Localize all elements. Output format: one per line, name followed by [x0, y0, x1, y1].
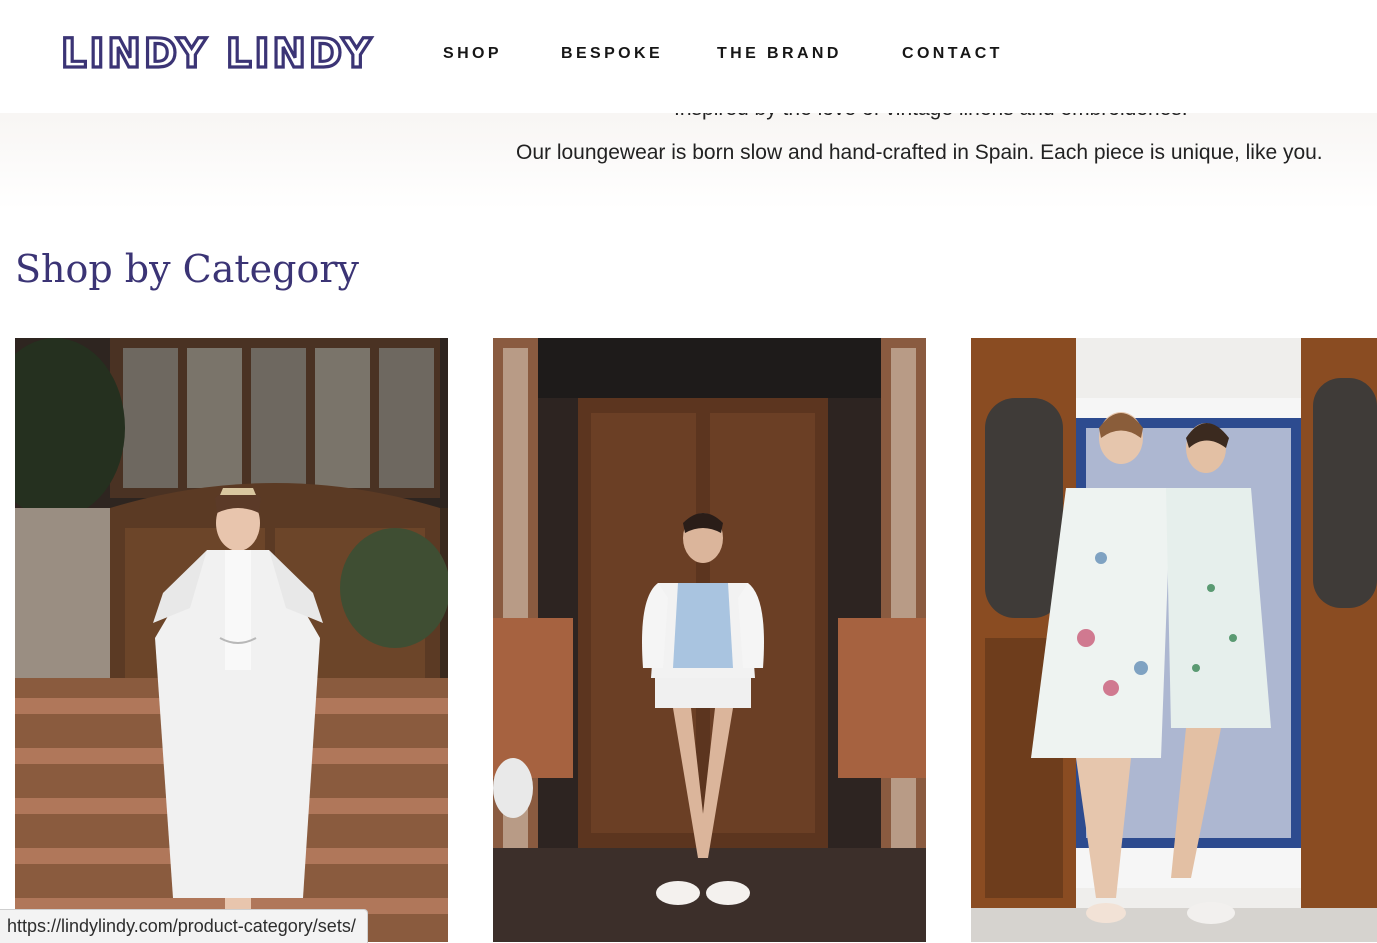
woman-white-embroidered-robe-photo: [15, 338, 448, 942]
nav-item-bespoke[interactable]: BESPOKE: [561, 44, 663, 64]
nav-item-contact[interactable]: CONTACT: [902, 44, 1003, 64]
two-women-floral-robes-photo: [971, 338, 1377, 942]
browser-status-url: https://lindylindy.com/product-category/…: [0, 909, 368, 943]
brand-logo[interactable]: LINDY LINDY: [59, 29, 374, 78]
nav-item-shop[interactable]: SHOP: [443, 44, 502, 64]
section-title: Shop by Category: [15, 247, 359, 291]
category-card-1[interactable]: [15, 338, 448, 942]
category-card-2[interactable]: [493, 338, 926, 942]
intro-text-line-2: Our loungewear is born slow and hand-cra…: [516, 141, 1323, 164]
category-card-3[interactable]: [971, 338, 1377, 942]
nav-item-the-brand[interactable]: THE BRAND: [717, 44, 842, 64]
woman-blue-white-blouse-photo: [493, 338, 926, 942]
site-header: LINDY LINDY SHOP BESPOKE THE BRAND CONTA…: [0, 0, 1377, 113]
